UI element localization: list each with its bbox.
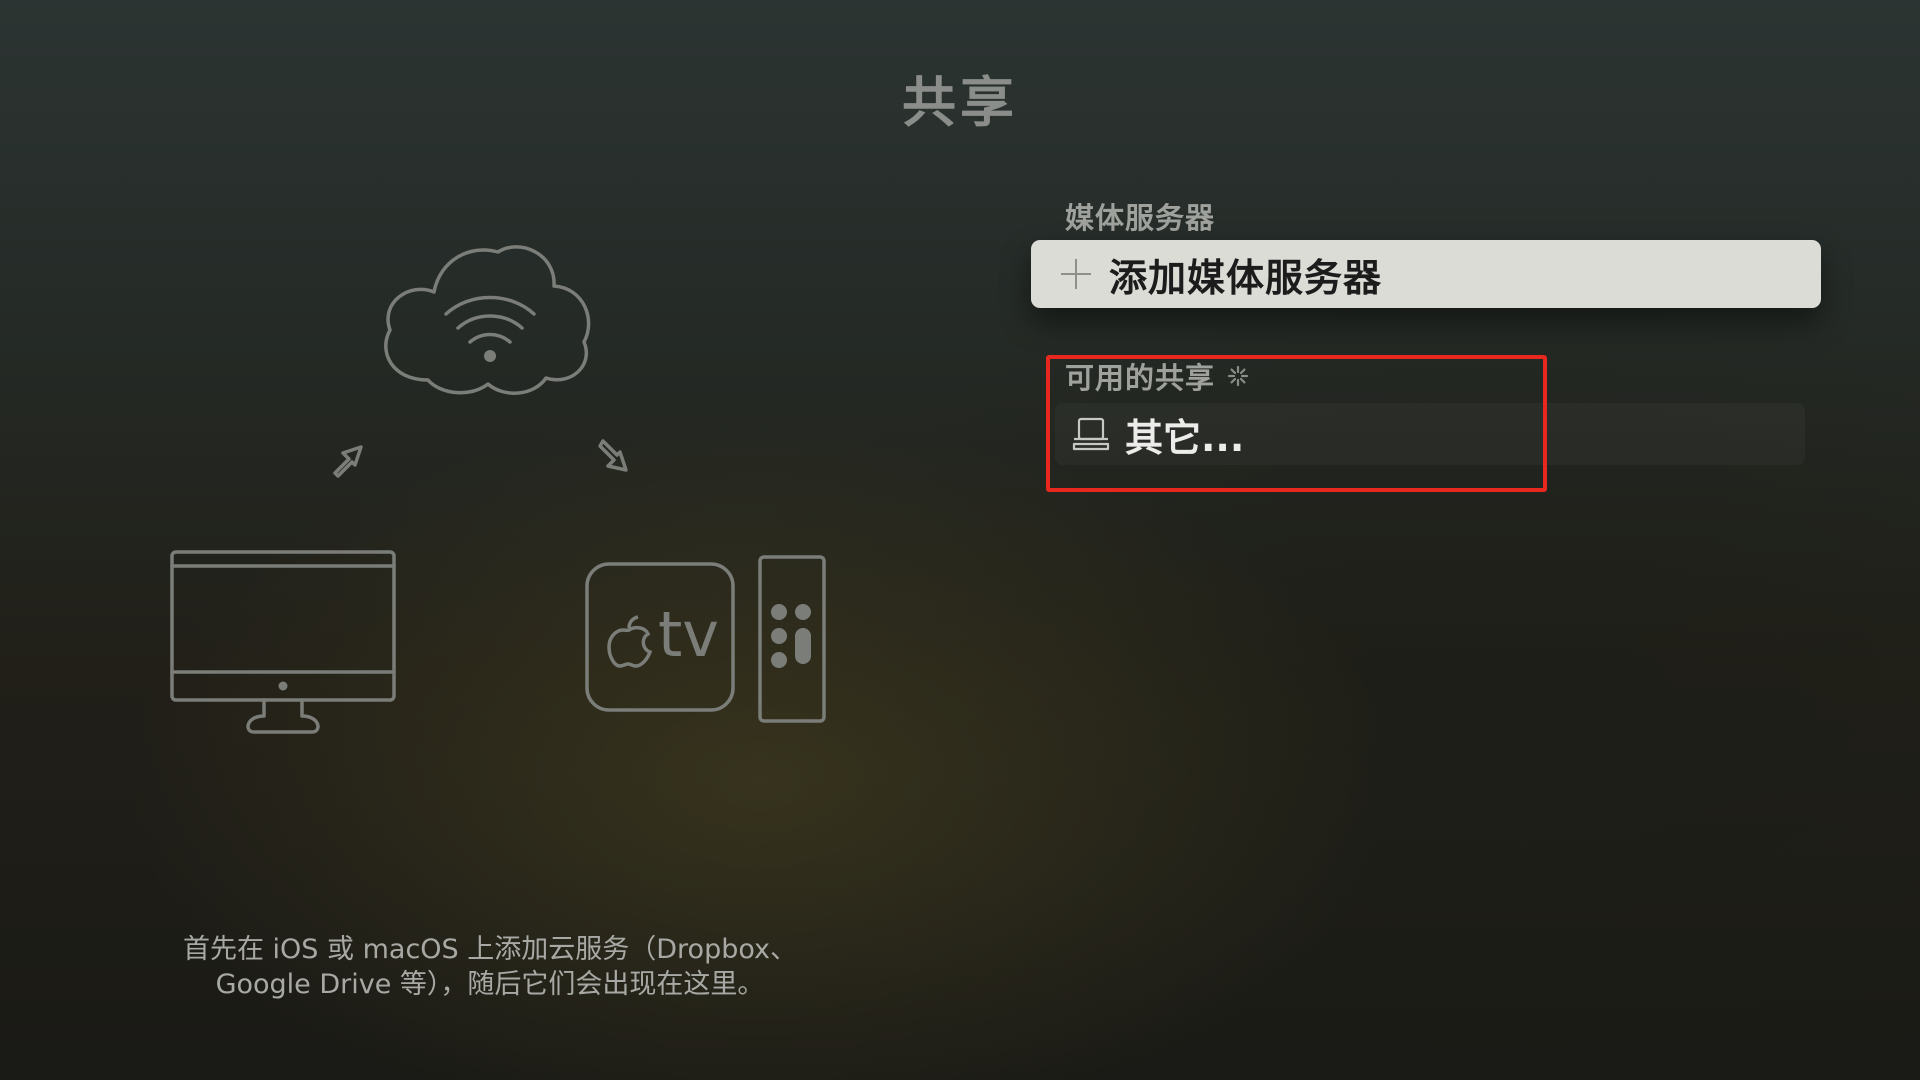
arrow-down-icon	[598, 439, 628, 472]
add-media-server-label: 添加媒体服务器	[1109, 255, 1383, 300]
highlight-annotation-box	[1046, 355, 1547, 492]
cloud-wifi-icon	[384, 245, 591, 395]
siri-remote-icon	[758, 555, 826, 723]
arrow-up-icon	[333, 445, 363, 478]
hint-line-1: 首先在 iOS 或 macOS 上添加云服务（Dropbox、	[182, 934, 798, 965]
media-servers-header: 媒体服务器	[1065, 201, 1216, 235]
plus-icon	[1059, 257, 1093, 291]
page-title: 共享	[902, 71, 1018, 134]
cloud-services-hint: 首先在 iOS 或 macOS 上添加云服务（Dropbox、 Google D…	[130, 932, 850, 1002]
apple-tv-label: tv	[658, 598, 720, 671]
imac-icon	[170, 550, 396, 734]
illustration: tv	[160, 220, 860, 740]
add-media-server-button[interactable]: 添加媒体服务器	[1031, 240, 1821, 308]
apple-logo-icon	[607, 615, 653, 668]
hint-line-2: Google Drive 等），随后它们会出现在这里。	[215, 969, 765, 1000]
